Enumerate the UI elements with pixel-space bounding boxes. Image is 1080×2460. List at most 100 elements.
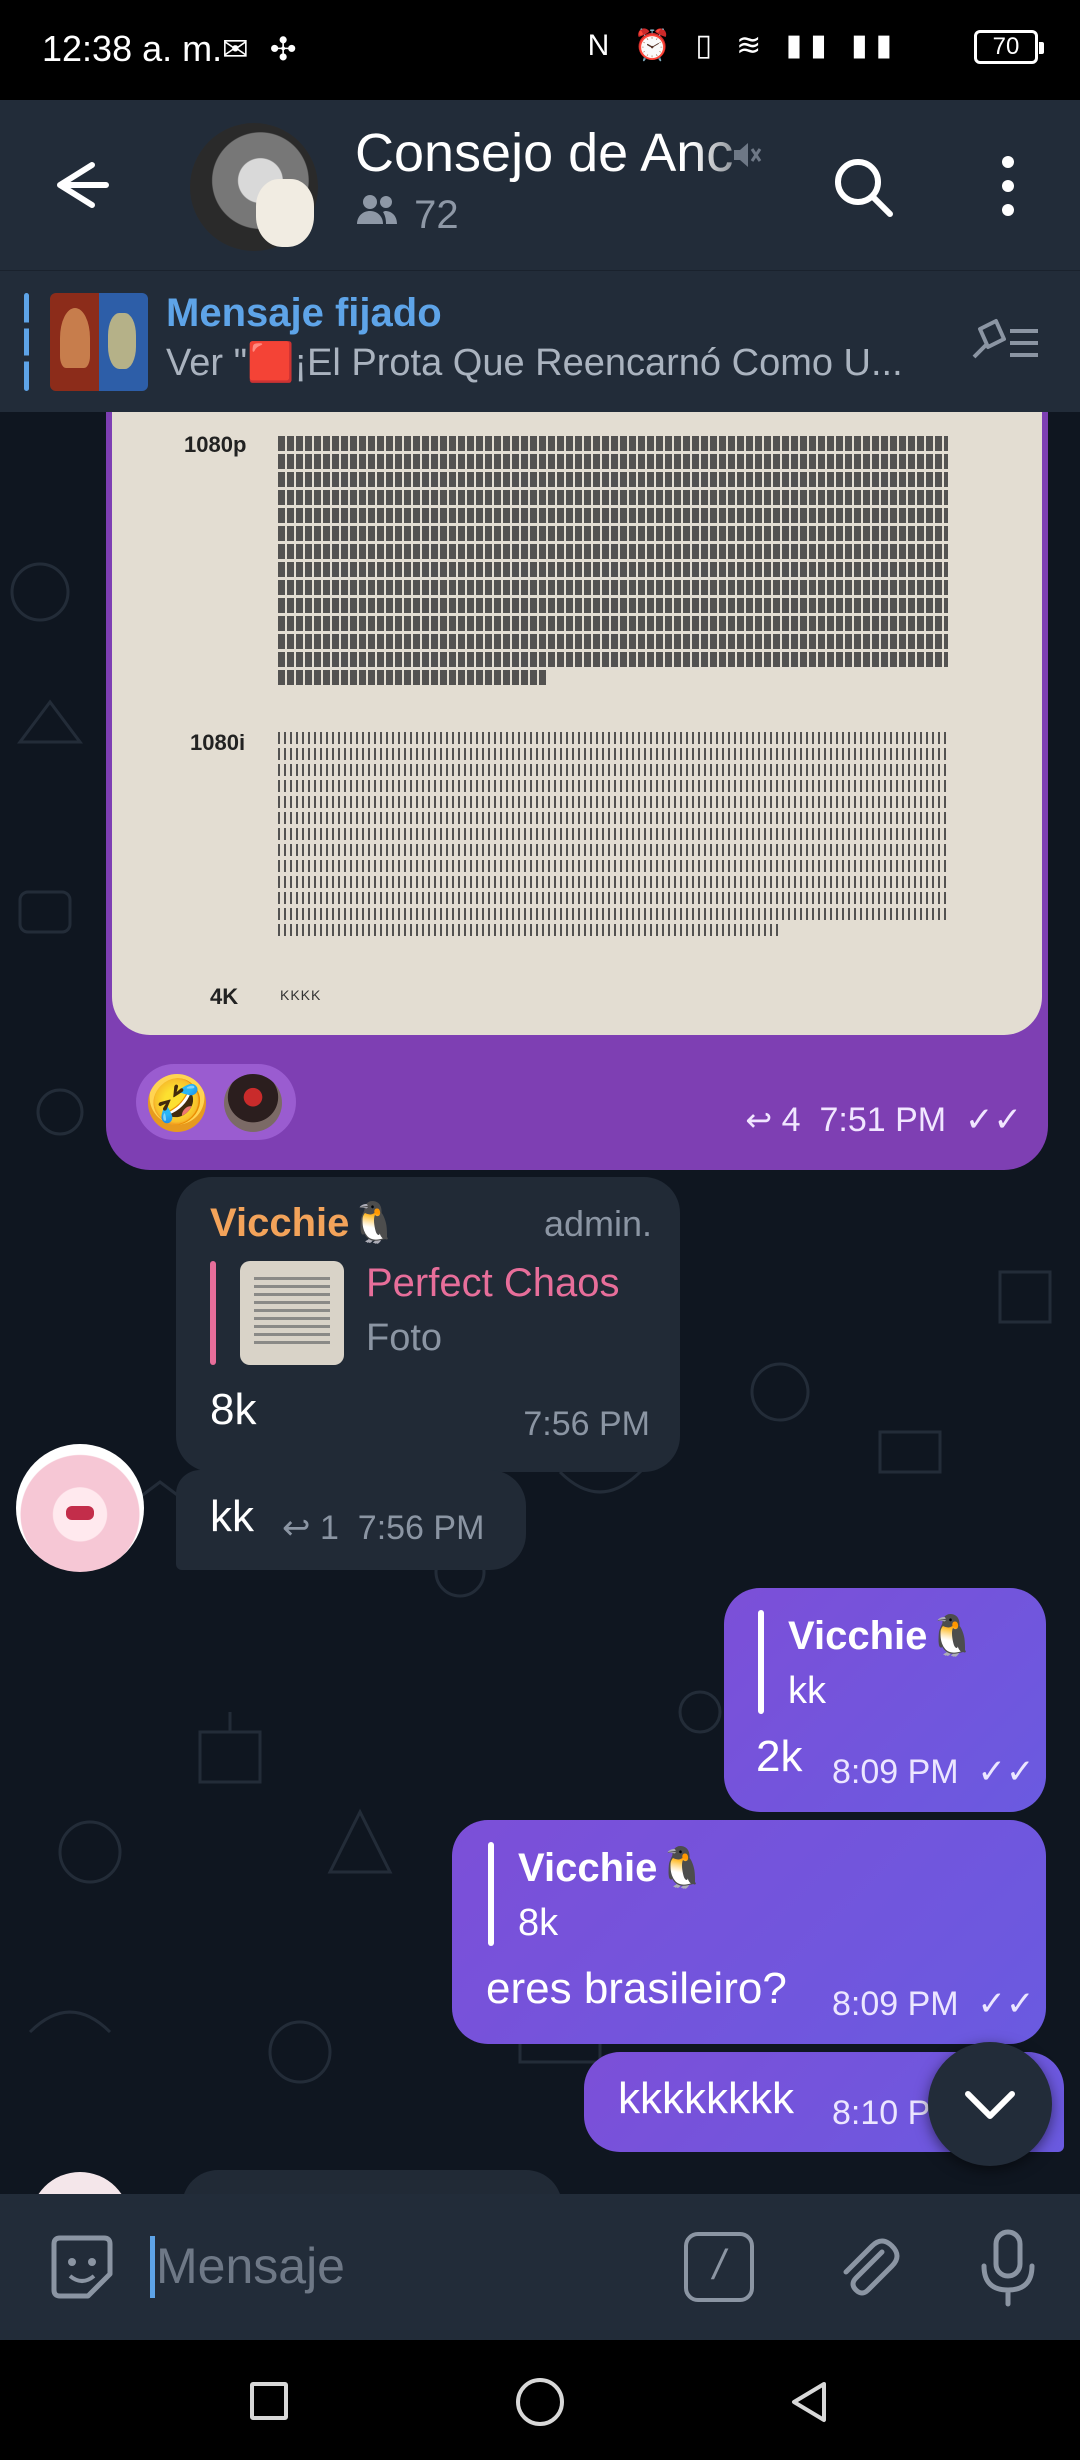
scroll-down-button[interactable] xyxy=(928,2042,1052,2166)
message-time: 7:56 PM xyxy=(357,1509,485,1547)
sticker-icon[interactable] xyxy=(44,2230,120,2306)
p-row xyxy=(278,454,948,469)
reactions[interactable]: 🤣 xyxy=(136,1064,296,1140)
recent-apps-icon[interactable] xyxy=(250,2382,288,2420)
text-cursor xyxy=(150,2236,155,2298)
i-row xyxy=(278,860,948,872)
read-checks-icon: ✓✓ xyxy=(965,1101,1022,1139)
p-row xyxy=(278,508,948,523)
i-row xyxy=(278,892,948,904)
back-arrow-icon[interactable] xyxy=(40,145,120,225)
reaction-user-avatar xyxy=(224,1074,282,1132)
notification-icons: ✉ ✣ xyxy=(222,31,303,67)
label-1080p: 1080p xyxy=(184,432,247,457)
p-row xyxy=(278,562,948,577)
pinned-thumbnail xyxy=(50,293,148,391)
reply-icon: ↩ xyxy=(745,1102,773,1138)
i-row xyxy=(278,812,948,824)
quote-text: kk xyxy=(788,1670,826,1712)
message-time: 8:09 PM xyxy=(832,1985,959,2023)
admin-badge: admin. xyxy=(543,1203,652,1244)
k-text: KKKK xyxy=(280,987,322,1003)
member-count: 72 xyxy=(355,192,459,238)
message-list[interactable]: 1080p 1080i 4K KKKK 🤣 ↩ 4 7:51 PM ✓✓ Vic… xyxy=(0,412,1080,2194)
system-status-icons: N ⏰ ▯ ≋ ▮▮ ▮▮ xyxy=(587,29,900,62)
p-row xyxy=(278,526,948,541)
quote-bar xyxy=(488,1842,494,1946)
p-row xyxy=(278,652,948,667)
quote-author: Vicchie🐧 xyxy=(518,1846,708,1890)
message-meta: 8:09 PM ✓✓ xyxy=(832,1752,1035,1792)
p-row xyxy=(278,436,948,451)
telegram-chat-screen: 12:38 a. m. ✉ ✣ N ⏰ ▯ ≋ ▮▮ ▮▮ 70 Consejo… xyxy=(0,0,1080,2460)
message-photo[interactable]: 1080p 1080i 4K KKKK xyxy=(112,412,1042,1035)
label-4k: 4K xyxy=(210,984,239,1009)
quote-author: Perfect Chaos xyxy=(366,1261,620,1305)
i-row xyxy=(278,764,948,776)
i-row xyxy=(278,828,948,840)
message-time: 8:10 P xyxy=(832,2094,931,2132)
outgoing-message[interactable]: Vicchie🐧 8k eres brasileiro? 8:09 PM ✓✓ xyxy=(452,1820,1046,2044)
i-row xyxy=(278,876,948,888)
message-text: 2k xyxy=(756,1732,803,1781)
search-icon[interactable] xyxy=(828,152,898,222)
reply-quote[interactable]: Perfect Chaos Foto xyxy=(210,1261,650,1365)
label-1080i: 1080i xyxy=(190,730,246,755)
quote-bar xyxy=(758,1610,764,1714)
message-input[interactable] xyxy=(156,2226,656,2306)
message-text: eres brasileiro? xyxy=(486,1964,787,2013)
attach-icon[interactable] xyxy=(830,2230,906,2306)
incoming-message[interactable]: kk ↩ 1 7:56 PM xyxy=(176,1470,526,1570)
read-checks-icon: ✓✓ xyxy=(977,1753,1035,1791)
message-time: 8:09 PM xyxy=(832,1753,959,1791)
reply-count: 4 xyxy=(781,1101,801,1139)
i-row xyxy=(278,844,948,856)
status-bar: 12:38 a. m. ✉ ✣ N ⏰ ▯ ≋ ▮▮ ▮▮ 70 xyxy=(0,0,1080,100)
pinned-message-bar[interactable]: Mensaje fijado Ver "🟥¡El Prota Que Reenc… xyxy=(0,270,1080,412)
more-vert-icon[interactable] xyxy=(990,150,1026,222)
incoming-message[interactable] xyxy=(182,2170,562,2194)
pinned-text: Ver "🟥¡El Prota Que Reencarnó Como U... xyxy=(166,342,903,384)
mute-icon xyxy=(728,138,762,181)
i-row xyxy=(278,924,778,936)
outgoing-message[interactable]: Vicchie🐧 kk 2k 8:09 PM ✓✓ xyxy=(724,1588,1046,1812)
p-row xyxy=(278,634,948,649)
p-row xyxy=(278,580,948,595)
read-checks-icon: ✓✓ xyxy=(977,1985,1035,2023)
message-time: 7:56 PM xyxy=(523,1405,650,1443)
p-row xyxy=(278,598,948,613)
message-meta: 8:09 PM ✓✓ xyxy=(832,1984,1035,2024)
p-row xyxy=(278,544,948,559)
quote-thumbnail xyxy=(240,1261,344,1365)
group-avatar[interactable] xyxy=(190,123,318,251)
group-title[interactable]: Consejo de Anc xyxy=(355,122,775,184)
p-row xyxy=(278,472,948,487)
incoming-message[interactable]: Vicchie🐧 admin. Perfect Chaos Foto 8k 7:… xyxy=(176,1177,680,1472)
rofl-reaction[interactable]: 🤣 xyxy=(148,1074,206,1132)
message-time: 7:51 PM xyxy=(819,1101,947,1139)
quote-type: Foto xyxy=(366,1317,443,1359)
quote-bar xyxy=(210,1261,216,1365)
reply-icon: ↩ xyxy=(282,1509,311,1547)
image-message[interactable]: 1080p 1080i 4K KKKK 🤣 ↩ 4 7:51 PM ✓✓ xyxy=(106,412,1048,1170)
i-row xyxy=(278,780,948,792)
p-row xyxy=(278,670,548,685)
nav-back-icon[interactable] xyxy=(786,2378,834,2426)
microphone-icon[interactable] xyxy=(968,2226,1048,2310)
chevron-down-icon xyxy=(965,2091,1015,2119)
message-meta: ↩ 1 7:56 PM xyxy=(282,1508,484,1548)
message-text: kk xyxy=(210,1492,254,1541)
message-text: 8k xyxy=(210,1385,257,1434)
i-row xyxy=(278,732,948,744)
reply-count: 1 xyxy=(319,1509,339,1547)
message-text: kkkkkkkk xyxy=(618,2074,794,2123)
battery-icon: 70 xyxy=(974,30,1044,64)
home-icon[interactable] xyxy=(516,2378,564,2426)
bot-commands-button[interactable]: / xyxy=(684,2232,754,2302)
chat-header: Consejo de Anc 72 xyxy=(0,100,1080,270)
status-time: 12:38 a. m. xyxy=(42,28,223,69)
user-avatar[interactable] xyxy=(16,1444,144,1572)
pinned-title: Mensaje fijado xyxy=(166,291,442,335)
sender-name[interactable]: Vicchie🐧 xyxy=(210,1199,399,1246)
pinned-list-icon[interactable] xyxy=(966,317,1042,367)
